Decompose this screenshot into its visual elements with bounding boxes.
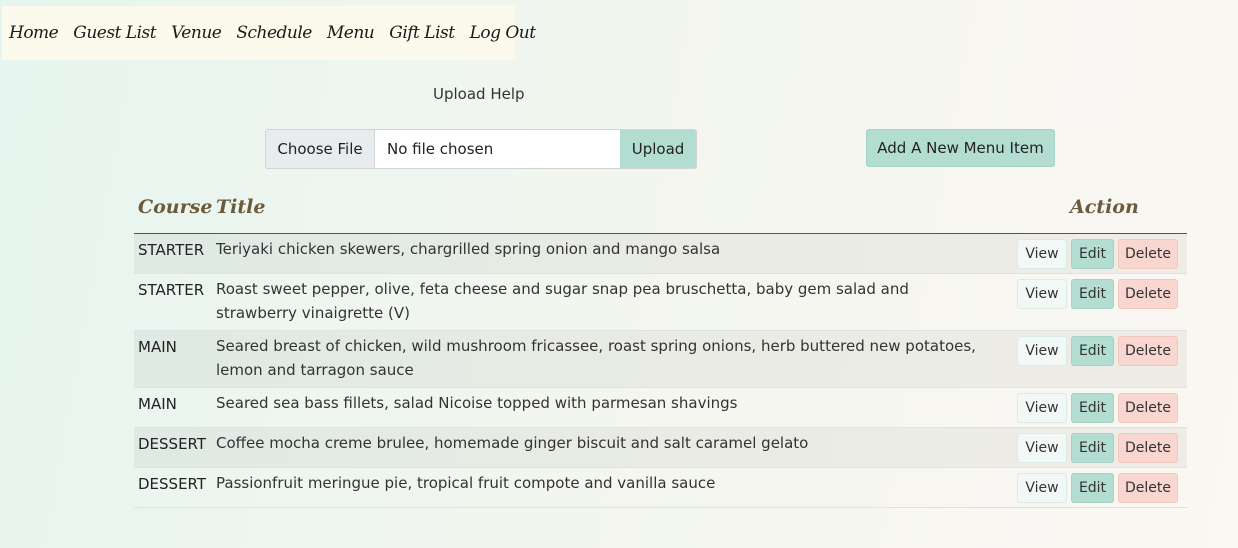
row-title-text: Seared sea bass fillets, salad Nicoise t… bbox=[216, 394, 738, 412]
row-actions: View Edit Delete bbox=[1017, 239, 1182, 269]
row-title: Teriyaki chicken skewers, chargrilled sp… bbox=[216, 234, 991, 273]
row-title-text: Coffee mocha creme brulee, homemade ging… bbox=[216, 434, 809, 452]
row-course: STARTER bbox=[138, 281, 205, 299]
delete-button[interactable]: Delete bbox=[1118, 239, 1178, 269]
nav-venue[interactable]: Venue bbox=[171, 23, 222, 43]
view-button[interactable]: View bbox=[1017, 433, 1067, 463]
edit-button[interactable]: Edit bbox=[1071, 239, 1114, 269]
row-title-text: Roast sweet pepper, olive, feta cheese a… bbox=[216, 280, 909, 322]
nav-log-out[interactable]: Log Out bbox=[470, 23, 537, 43]
row-title-text: Passionfruit meringue pie, tropical frui… bbox=[216, 474, 716, 492]
row-course: MAIN bbox=[138, 338, 177, 356]
row-course: DESSERT bbox=[138, 435, 207, 453]
nav-gift-list[interactable]: Gift List bbox=[389, 23, 455, 43]
delete-button[interactable]: Delete bbox=[1118, 473, 1178, 503]
upload-form: Choose File No file chosen Upload bbox=[265, 129, 697, 169]
table-row: MAIN Seared sea bass fillets, salad Nicoi… bbox=[134, 388, 1187, 428]
view-button[interactable]: View bbox=[1017, 473, 1067, 503]
nav-guest-list[interactable]: Guest List bbox=[73, 23, 156, 43]
table-header: Course Title Action bbox=[134, 190, 1187, 234]
row-title-text: Seared breast of chicken, wild mushroom … bbox=[216, 337, 976, 379]
row-course: MAIN bbox=[138, 395, 177, 413]
row-title: Seared sea bass fillets, salad Nicoise t… bbox=[216, 388, 991, 427]
delete-button[interactable]: Delete bbox=[1118, 433, 1178, 463]
table-body: STARTER Teriyaki chicken skewers, chargri… bbox=[134, 234, 1187, 508]
row-title: Passionfruit meringue pie, tropical frui… bbox=[216, 468, 991, 507]
file-name-display: No file chosen bbox=[387, 140, 494, 158]
table-row: DESSERT Coffee mocha creme brulee, homema… bbox=[134, 428, 1187, 468]
row-actions: View Edit Delete bbox=[1017, 279, 1182, 309]
row-actions: View Edit Delete bbox=[1017, 393, 1182, 423]
row-actions: View Edit Delete bbox=[1017, 473, 1182, 503]
delete-button[interactable]: Delete bbox=[1118, 393, 1178, 423]
edit-button[interactable]: Edit bbox=[1071, 279, 1114, 309]
add-menu-item-button[interactable]: Add A New Menu Item bbox=[866, 129, 1055, 167]
view-button[interactable]: View bbox=[1017, 393, 1067, 423]
row-title: Roast sweet pepper, olive, feta cheese a… bbox=[216, 274, 991, 330]
view-button[interactable]: View bbox=[1017, 279, 1067, 309]
header-course: Course bbox=[138, 196, 213, 218]
row-actions: View Edit Delete bbox=[1017, 433, 1182, 463]
view-button[interactable]: View bbox=[1017, 239, 1067, 269]
nav-home[interactable]: Home bbox=[9, 23, 59, 43]
row-course: DESSERT bbox=[138, 475, 207, 493]
upload-help-link[interactable]: Upload Help bbox=[433, 85, 525, 103]
view-button[interactable]: View bbox=[1017, 336, 1067, 366]
upload-button[interactable]: Upload bbox=[620, 130, 696, 168]
row-title: Seared breast of chicken, wild mushroom … bbox=[216, 331, 991, 387]
edit-button[interactable]: Edit bbox=[1071, 336, 1114, 366]
choose-file-button[interactable]: Choose File bbox=[266, 130, 375, 168]
nav-schedule[interactable]: Schedule bbox=[236, 23, 312, 43]
edit-button[interactable]: Edit bbox=[1071, 393, 1114, 423]
row-title: Coffee mocha creme brulee, homemade ging… bbox=[216, 428, 991, 467]
edit-button[interactable]: Edit bbox=[1071, 433, 1114, 463]
delete-button[interactable]: Delete bbox=[1118, 279, 1178, 309]
edit-button[interactable]: Edit bbox=[1071, 473, 1114, 503]
nav-menu[interactable]: Menu bbox=[327, 23, 375, 43]
table-row: STARTER Roast sweet pepper, olive, feta c… bbox=[134, 274, 1187, 331]
top-navigation: Home Guest List Venue Schedule Menu Gift… bbox=[2, 6, 536, 60]
menu-table: Course Title Action STARTER Teriyaki chic… bbox=[134, 190, 1187, 508]
row-title-text: Teriyaki chicken skewers, chargrilled sp… bbox=[216, 240, 721, 258]
header-title: Title bbox=[216, 196, 266, 218]
row-actions: View Edit Delete bbox=[1017, 336, 1182, 366]
header-action: Action bbox=[1070, 196, 1139, 218]
table-row: STARTER Teriyaki chicken skewers, chargri… bbox=[134, 234, 1187, 274]
table-row: MAIN Seared breast of chicken, wild mushr… bbox=[134, 331, 1187, 388]
delete-button[interactable]: Delete bbox=[1118, 336, 1178, 366]
row-course: STARTER bbox=[138, 241, 205, 259]
table-row: DESSERT Passionfruit meringue pie, tropic… bbox=[134, 468, 1187, 508]
